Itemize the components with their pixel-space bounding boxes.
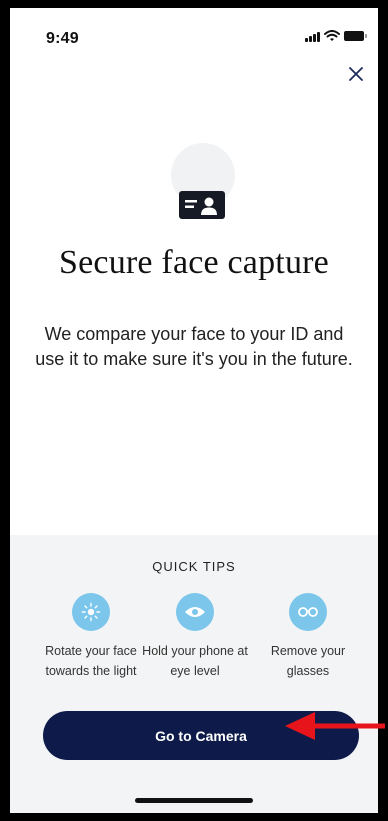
tip-rotate-face: Rotate your face towards the light — [36, 593, 146, 681]
wifi-icon — [324, 30, 340, 41]
status-bar: 9:49 — [10, 8, 378, 58]
quick-tips-panel: QUICK TIPS Rotate your face towards the … — [10, 535, 378, 813]
eye-icon — [185, 607, 205, 617]
home-indicator[interactable] — [135, 798, 253, 803]
page-description: We compare your face to your ID and use … — [35, 324, 353, 369]
illustration — [171, 143, 235, 223]
id-card-icon — [179, 191, 225, 219]
tip-remove-glasses: Remove your glasses — [253, 593, 363, 681]
tip-icon-circle — [72, 593, 110, 631]
close-icon — [349, 67, 363, 81]
cellular-signal-icon — [305, 31, 320, 42]
tip-icon-circle — [176, 593, 214, 631]
tip-label: Rotate your face towards the light — [45, 644, 137, 678]
quick-tips-heading: QUICK TIPS — [152, 559, 236, 574]
sun-icon — [81, 602, 101, 622]
tip-label: Hold your phone at eye level — [142, 644, 248, 678]
page-title: Secure face capture — [59, 244, 329, 281]
phone-screen: 9:49 Secure face capture We compare your… — [10, 8, 378, 813]
tip-label: Remove your glasses — [270, 644, 346, 678]
close-button[interactable] — [342, 60, 370, 88]
annotation-arrow-icon — [285, 712, 385, 740]
tip-icon-circle — [289, 593, 327, 631]
status-icons — [305, 30, 367, 42]
status-time: 9:49 — [46, 30, 79, 47]
tip-eye-level: Hold your phone at eye level — [140, 593, 250, 681]
glasses-icon — [298, 607, 318, 617]
battery-icon — [344, 31, 367, 41]
